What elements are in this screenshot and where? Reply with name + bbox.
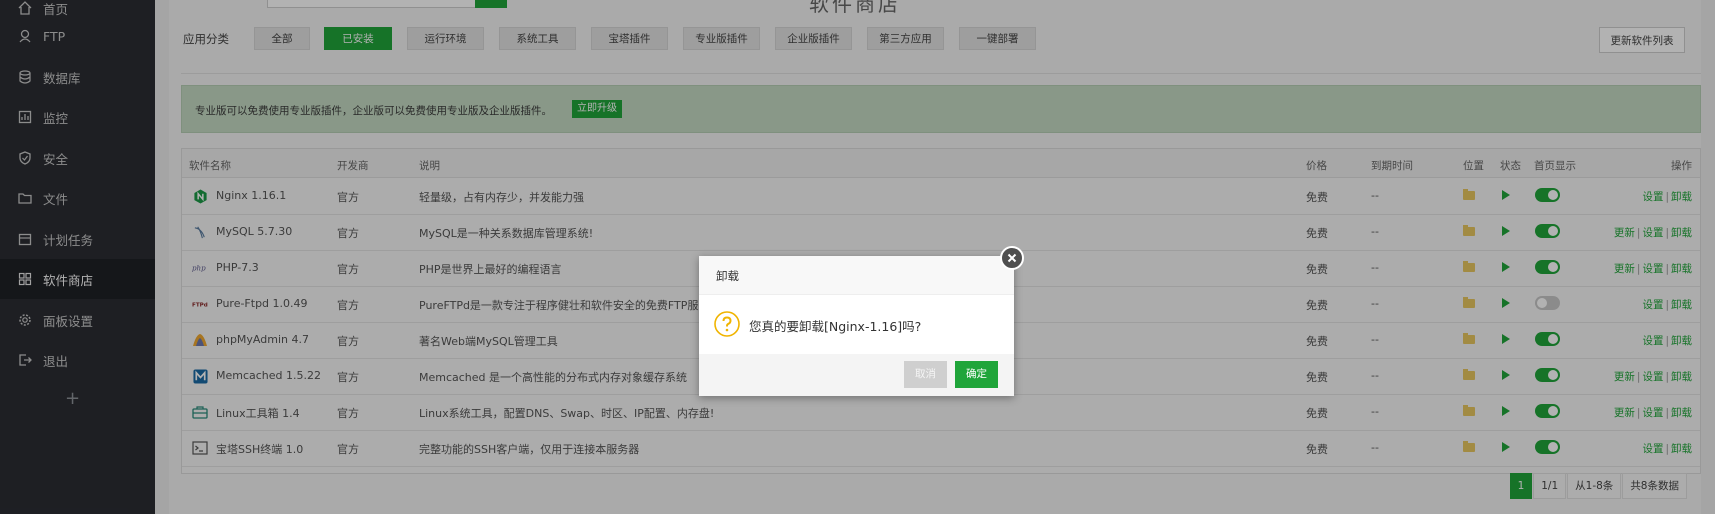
confirm-button[interactable]: 确定 [955,361,998,388]
close-icon[interactable] [1000,246,1024,270]
uninstall-dialog: 卸载 您真的要卸载[Nginx-1.16]吗? 取消 确定 [699,256,1014,396]
cancel-button[interactable]: 取消 [904,361,947,388]
dialog-header: 卸载 [699,256,1014,295]
question-icon [714,311,740,337]
dialog-footer: 取消 确定 [699,354,1014,396]
dialog-title: 卸载 [716,269,739,283]
dialog-message: 您真的要卸载[Nginx-1.16]吗? [749,319,922,334]
